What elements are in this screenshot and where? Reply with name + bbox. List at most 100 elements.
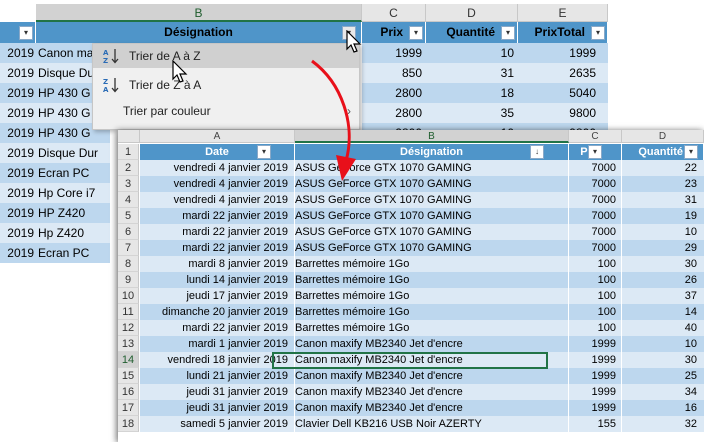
designation-cell[interactable]: Canon maxify MB2340 Jet d'encre xyxy=(295,352,565,368)
prix-cell[interactable]: 7000 xyxy=(569,160,619,176)
column-header-d[interactable]: D xyxy=(622,130,704,143)
table-row[interactable]: mardi 22 janvier 2019 Barrettes mémoire 1… xyxy=(140,320,704,336)
year-cell[interactable]: 2019 xyxy=(0,183,34,203)
prixtotal-cell[interactable]: 9800 xyxy=(518,103,596,123)
column-header-c[interactable]: C xyxy=(362,4,426,22)
year-cell[interactable]: 2019 xyxy=(0,43,34,63)
table-row[interactable]: dimanche 20 janvier 2019 Barrettes mémoir… xyxy=(140,304,704,320)
date-cell[interactable]: mardi 22 janvier 2019 xyxy=(140,224,290,240)
date-cell[interactable]: mardi 22 janvier 2019 xyxy=(140,320,290,336)
year-cell[interactable]: 2019 xyxy=(0,83,34,103)
table-row[interactable]: mardi 1 janvier 2019 Canon maxify MB2340 … xyxy=(140,336,704,352)
prix-cell[interactable]: 1999 xyxy=(569,368,619,384)
table-row[interactable]: 2019 Ecran PC xyxy=(0,243,110,263)
date-cell[interactable]: jeudi 31 janvier 2019 xyxy=(140,384,290,400)
date-cell[interactable]: vendredi 4 janvier 2019 xyxy=(140,176,290,192)
date-cell[interactable]: vendredi 4 janvier 2019 xyxy=(140,160,290,176)
table-row[interactable]: vendredi 18 janvier 2019 Canon maxify MB2… xyxy=(140,352,704,368)
prix-cell[interactable]: 100 xyxy=(569,304,619,320)
table-row[interactable]: mardi 22 janvier 2019 ASUS GeForce GTX 10… xyxy=(140,240,704,256)
column-header-e[interactable]: E xyxy=(518,4,608,22)
row-header[interactable]: 10 xyxy=(118,288,139,304)
row-header[interactable]: 7 xyxy=(118,240,139,256)
date-cell[interactable]: mardi 1 janvier 2019 xyxy=(140,336,290,352)
year-cell[interactable]: 2019 xyxy=(0,163,34,183)
designation-cell[interactable]: Canon maxify MB2340 Jet d'encre xyxy=(295,400,565,416)
year-cell[interactable]: 2019 xyxy=(0,63,34,83)
row-header[interactable]: 1 xyxy=(118,144,139,160)
filter-button-date[interactable]: ▾ xyxy=(19,26,33,40)
year-cell[interactable]: 2019 xyxy=(0,143,34,163)
quantite-cell[interactable]: 22 xyxy=(622,160,700,176)
quantite-cell[interactable]: 37 xyxy=(622,288,700,304)
column-header-a[interactable]: A xyxy=(140,130,295,143)
prix-cell[interactable]: 100 xyxy=(569,320,619,336)
column-header-d[interactable]: D xyxy=(426,4,518,22)
row-header[interactable]: 12 xyxy=(118,320,139,336)
row-header[interactable]: 17 xyxy=(118,400,139,416)
row-header[interactable]: 18 xyxy=(118,416,139,432)
table-row[interactable]: mardi 22 janvier 2019 ASUS GeForce GTX 10… xyxy=(140,224,704,240)
prixtotal-cell[interactable]: 1999 xyxy=(518,43,596,63)
row-header[interactable]: 14 xyxy=(118,352,139,368)
table-row[interactable]: vendredi 4 janvier 2019 ASUS GeForce GTX … xyxy=(140,176,704,192)
row-header[interactable]: 2 xyxy=(118,160,139,176)
table-row[interactable]: jeudi 17 janvier 2019 Barrettes mémoire 1… xyxy=(140,288,704,304)
prix-cell[interactable]: 100 xyxy=(569,272,619,288)
date-cell[interactable]: lundi 14 janvier 2019 xyxy=(140,272,290,288)
prix-cell[interactable]: 7000 xyxy=(569,176,619,192)
designation-cell[interactable]: ASUS GeForce GTX 1070 GAMING xyxy=(295,240,565,256)
designation-cell[interactable]: Hp Core i7 xyxy=(38,183,108,203)
table-row[interactable]: lundi 21 janvier 2019 Canon maxify MB2340… xyxy=(140,368,704,384)
row-header[interactable]: 9 xyxy=(118,272,139,288)
date-cell[interactable]: samedi 5 janvier 2019 xyxy=(140,416,290,432)
prix-cell[interactable]: 1999 xyxy=(569,384,619,400)
year-cell[interactable]: 2019 xyxy=(0,203,34,223)
year-cell[interactable]: 2019 xyxy=(0,123,34,143)
designation-cell[interactable]: ASUS GeForce GTX 1070 GAMING xyxy=(295,208,565,224)
designation-cell[interactable]: ASUS GeForce GTX 1070 GAMING xyxy=(295,192,565,208)
prix-cell[interactable]: 7000 xyxy=(569,208,619,224)
prix-cell[interactable]: 1999 xyxy=(569,400,619,416)
prix-cell[interactable]: 850 xyxy=(362,63,422,83)
column-header-b[interactable]: B xyxy=(36,4,362,22)
year-cell[interactable]: 2019 xyxy=(0,243,34,263)
quantite-cell[interactable]: 30 xyxy=(622,256,700,272)
prix-cell[interactable]: 7000 xyxy=(569,192,619,208)
date-cell[interactable]: mardi 22 janvier 2019 xyxy=(140,208,290,224)
filter-button-quantite[interactable]: ▾ xyxy=(501,26,515,40)
prixtotal-cell[interactable]: 2635 xyxy=(518,63,596,83)
table-row[interactable]: mardi 8 janvier 2019 Barrettes mémoire 1G… xyxy=(140,256,704,272)
designation-cell[interactable]: ASUS GeForce GTX 1070 GAMING xyxy=(295,224,565,240)
quantite-cell[interactable]: 10 xyxy=(622,224,700,240)
designation-cell[interactable]: Ecran PC xyxy=(38,163,108,183)
table-row[interactable]: 2019 Ecran PC xyxy=(0,163,110,183)
designation-cell[interactable]: Clavier Dell KB216 USB Noir AZERTY xyxy=(295,416,565,432)
filter-button-prix[interactable]: ▾ xyxy=(409,26,423,40)
column-header-c[interactable]: C xyxy=(569,130,622,143)
designation-cell[interactable]: HP Z420 xyxy=(38,203,108,223)
table-row[interactable]: jeudi 31 janvier 2019 Canon maxify MB2340… xyxy=(140,400,704,416)
date-cell[interactable]: vendredi 18 janvier 2019 xyxy=(140,352,290,368)
prix-cell[interactable]: 1999 xyxy=(362,43,422,63)
quantite-cell[interactable]: 30 xyxy=(622,352,700,368)
prix-cell[interactable]: 155 xyxy=(569,416,619,432)
date-cell[interactable]: dimanche 20 janvier 2019 xyxy=(140,304,290,320)
table-row[interactable]: lundi 14 janvier 2019 Barrettes mémoire 1… xyxy=(140,272,704,288)
table-row[interactable]: 2019 Hp Z420 xyxy=(0,223,110,243)
prix-cell[interactable]: 100 xyxy=(569,256,619,272)
prix-cell[interactable]: 7000 xyxy=(569,240,619,256)
table-row[interactable]: vendredi 4 janvier 2019 ASUS GeForce GTX … xyxy=(140,192,704,208)
designation-cell[interactable]: Barrettes mémoire 1Go xyxy=(295,304,565,320)
table-row[interactable]: 2019 Disque Dur xyxy=(0,143,110,163)
prix-cell[interactable]: 2800 xyxy=(362,83,422,103)
designation-cell[interactable]: Hp Z420 xyxy=(38,223,108,243)
filter-button-prixtotal[interactable]: ▾ xyxy=(591,26,605,40)
prix-cell[interactable]: 7000 xyxy=(569,224,619,240)
prix-cell[interactable]: 1999 xyxy=(569,336,619,352)
quantite-cell[interactable]: 14 xyxy=(622,304,700,320)
prix-cell[interactable]: 2800 xyxy=(362,103,422,123)
filter-button-prix[interactable]: ▾ xyxy=(588,145,602,159)
quantite-cell[interactable]: 26 xyxy=(622,272,700,288)
year-cell[interactable]: 2019 xyxy=(0,103,34,123)
